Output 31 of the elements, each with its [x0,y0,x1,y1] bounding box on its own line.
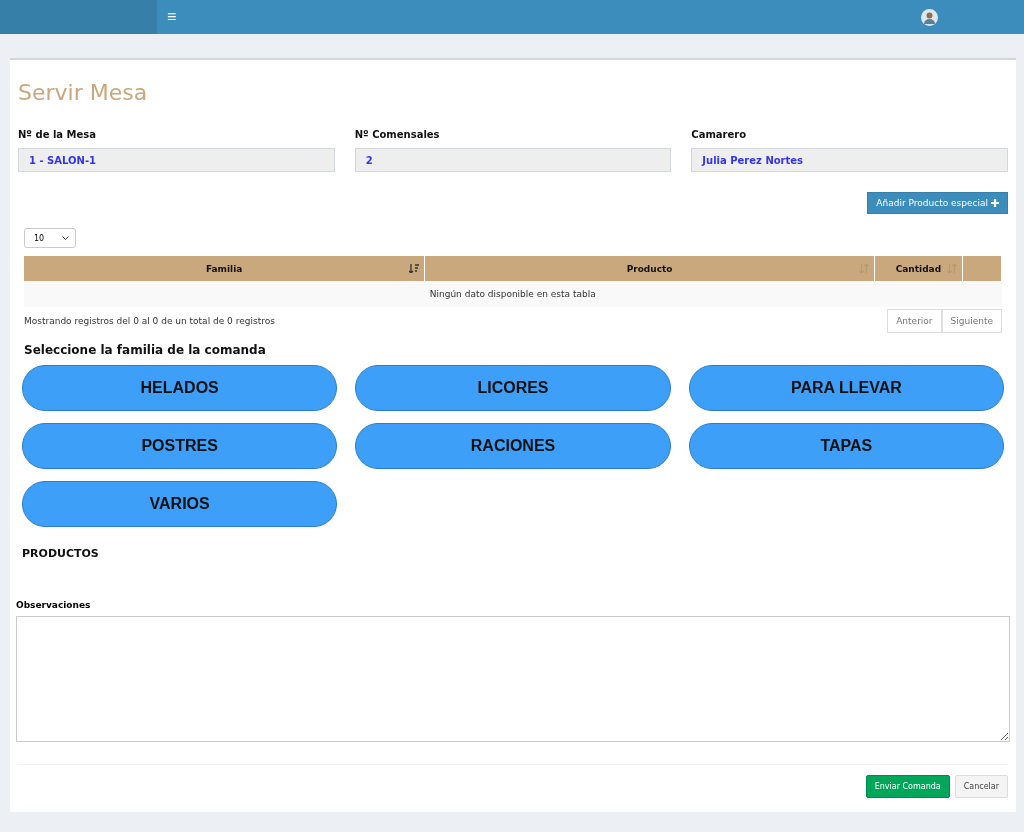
input-field[interactable]: 1 - SALON-1 [18,148,335,172]
field-label: Nº de la Mesa [18,129,97,140]
family-button[interactable]: POSTRES [22,423,338,469]
input-field[interactable]: Julia Perez Nortes [691,148,1008,172]
table-info: Mostrando registros del 0 al 0 de un total de 0 registros [24,316,275,326]
section-title: PRODUCTOS [22,547,100,560]
avatar-icon[interactable] [921,8,938,26]
family-button[interactable]: PARA LLEVAR [688,365,1004,411]
menu-button[interactable]: ≡ [157,9,187,25]
cancel-button[interactable]: Cancelar [954,775,1008,798]
family-button[interactable]: VARIOS [22,481,338,527]
field-label: Observaciones [16,600,92,610]
family-button[interactable]: HELADOS [22,365,338,411]
input-field[interactable]: 2 [354,148,672,172]
family-button[interactable]: LICORES [355,365,671,411]
plus-icon [991,199,999,207]
page-title: Servir Mesa [18,80,149,105]
section-title: Seleccione la familia de la comanda [24,343,267,357]
column-header[interactable]: Producto [424,256,875,281]
observations-field[interactable] [16,616,1010,742]
family-button[interactable]: TAPAS [688,423,1004,469]
family-button[interactable]: RACIONES [355,423,671,469]
page-size-select[interactable]: 10 [24,228,76,248]
column-header[interactable]: Familia [24,256,425,281]
sort-ascending-icon[interactable] [409,264,420,273]
field-label: Camarero [691,129,748,140]
chevron-down-icon [62,235,69,241]
add-special-product-button[interactable]: Añadir Producto especial [867,192,1008,214]
empty-table-message: Ningún dato disponible en esta tabla [24,281,1002,307]
column-header[interactable]: Cantidad [874,256,963,281]
field-label: Nº Comensales [354,129,441,140]
